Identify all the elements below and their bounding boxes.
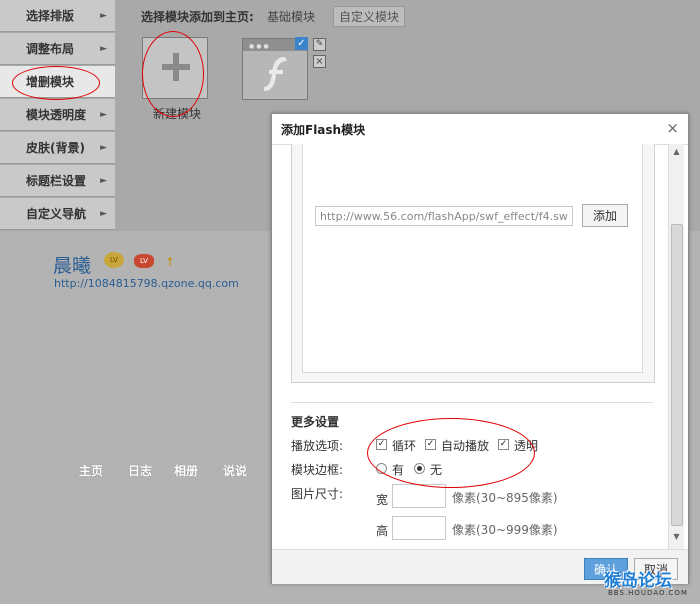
nav-item-album[interactable]: 相册 bbox=[174, 462, 198, 479]
highlight-oval bbox=[12, 66, 100, 100]
dots-icon: ●●● bbox=[249, 43, 271, 50]
tab-basic-modules[interactable]: 基础模块 bbox=[267, 8, 315, 25]
vip-badge-icon[interactable]: LV bbox=[104, 252, 124, 268]
profile-url[interactable]: http://1084815798.qzone.qq.com bbox=[54, 277, 239, 290]
sidebar-item-custom-nav[interactable]: 自定义导航 ► bbox=[0, 198, 115, 230]
sidebar-item-adjust-layout[interactable]: 调整布局 ► bbox=[0, 33, 115, 65]
scrollbar-thumb[interactable] bbox=[671, 224, 683, 526]
chevron-right-icon: ► bbox=[100, 44, 107, 54]
play-options-label: 播放选项: bbox=[291, 439, 344, 453]
close-icon[interactable]: × bbox=[666, 119, 679, 137]
sidebar-item-label: 模块透明度 bbox=[26, 108, 87, 122]
sidebar-item-label: 自定义导航 bbox=[26, 207, 87, 221]
chevron-right-icon: ► bbox=[100, 110, 107, 120]
border-label: 模块边框: bbox=[291, 463, 344, 477]
height-input[interactable] bbox=[392, 516, 446, 540]
remove-icon[interactable]: × bbox=[313, 55, 326, 68]
sidebar-item-layout-select[interactable]: 选择排版 ► bbox=[0, 0, 115, 32]
chevron-right-icon: ► bbox=[100, 209, 107, 219]
dialog-title: 添加Flash模块 bbox=[281, 123, 366, 137]
flash-icon bbox=[264, 57, 287, 91]
nav-item-blog[interactable]: 日志 bbox=[128, 462, 152, 479]
chevron-right-icon: ► bbox=[100, 11, 107, 21]
sidebar-item-label: 选择排版 bbox=[26, 9, 75, 23]
flash-url-input[interactable] bbox=[315, 206, 573, 226]
scroll-up-icon[interactable]: ▲ bbox=[669, 144, 684, 159]
flash-preview-area bbox=[302, 144, 643, 373]
height-label: 高 bbox=[376, 524, 389, 538]
chevron-right-icon: ► bbox=[100, 176, 107, 186]
nav-item-home[interactable]: 主页 bbox=[79, 462, 103, 479]
nav-item-shuoshuo[interactable]: 说说 bbox=[223, 462, 247, 479]
highlight-oval bbox=[367, 418, 535, 488]
sidebar-item-label: 皮肤(背景) bbox=[26, 141, 85, 155]
edit-icon[interactable]: ✎ bbox=[313, 38, 326, 51]
sidebar-item-skin[interactable]: 皮肤(背景) ► bbox=[0, 132, 115, 164]
sidebar-item-label: 调整布局 bbox=[26, 42, 75, 56]
width-label: 宽 bbox=[376, 493, 389, 507]
site-watermark-url: BBS.HOUDAO.COM bbox=[608, 589, 688, 597]
sidebar-item-transparency[interactable]: 模块透明度 ► bbox=[0, 99, 115, 131]
dialog-header: 添加Flash模块 × bbox=[272, 114, 688, 145]
height-unit: 像素(30~999像素) bbox=[452, 523, 558, 537]
chevron-right-icon: ► bbox=[100, 143, 107, 153]
add-button[interactable]: 添加 bbox=[582, 204, 628, 227]
up-arrow-icon[interactable]: ↑ bbox=[165, 255, 175, 269]
sidebar-item-titlebar[interactable]: 标题栏设置 ► bbox=[0, 165, 115, 197]
site-watermark: 猴岛论坛 bbox=[604, 571, 672, 591]
dialog-scrollbar[interactable]: ▲ ▼ bbox=[668, 144, 684, 549]
scroll-down-icon[interactable]: ▼ bbox=[669, 529, 684, 544]
tab-custom-modules[interactable]: 自定义模块 bbox=[333, 6, 406, 27]
checkmark-icon[interactable]: ✓ bbox=[295, 37, 308, 50]
level-badge-icon[interactable]: LV bbox=[134, 254, 154, 268]
module-prompt: 选择模块添加到主页: bbox=[141, 10, 254, 24]
more-settings-title: 更多设置 bbox=[291, 415, 340, 429]
width-unit: 像素(30~895像素) bbox=[452, 491, 558, 505]
highlight-oval bbox=[142, 31, 204, 117]
sidebar-item-label: 标题栏设置 bbox=[26, 174, 87, 188]
divider bbox=[291, 402, 653, 403]
add-flash-dialog: 添加Flash模块 × 添加 ▲ ▼ 更多设置 播放选项: ✓ 循环 ✓ 自动播… bbox=[271, 113, 689, 584]
image-size-label: 图片尺寸: bbox=[291, 487, 344, 501]
sidebar: 选择排版 ► 调整布局 ► 增删模块 模块透明度 ► 皮肤(背景) ► 标题栏设置 ► 自… bbox=[0, 0, 115, 231]
flash-url-panel bbox=[291, 144, 655, 383]
profile-name[interactable]: 晨曦 bbox=[53, 251, 91, 278]
